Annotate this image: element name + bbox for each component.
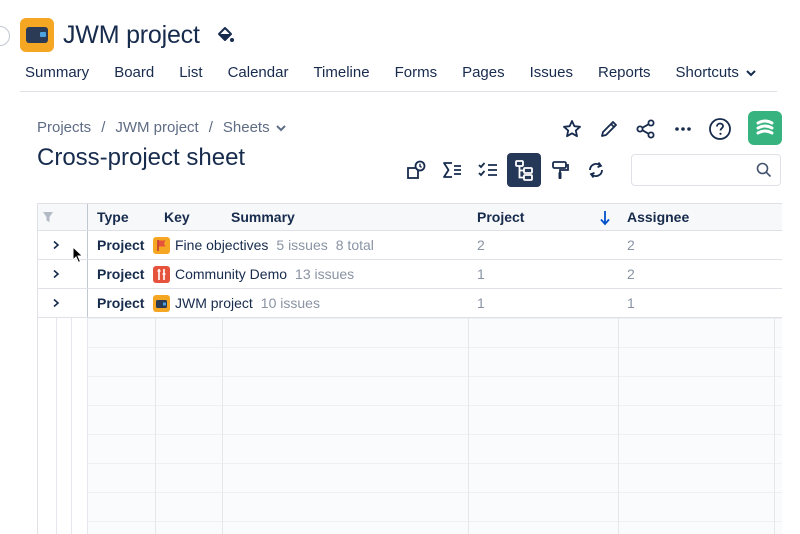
column-header-assignee[interactable]: Assignee — [618, 204, 774, 231]
checklist-icon[interactable] — [471, 153, 505, 187]
help-icon[interactable] — [707, 116, 733, 142]
nav-pages-label: Pages — [462, 64, 505, 81]
grid-empty-area — [88, 318, 782, 534]
project-header: JWM project — [20, 17, 236, 53]
row-name[interactable]: Fine objectives — [175, 237, 268, 253]
chevron-right-icon[interactable] — [46, 289, 66, 317]
column-header-project[interactable]: Project — [468, 204, 588, 231]
nav-shortcuts-label: Shortcuts — [675, 64, 739, 81]
row-assignee-count: 2 — [627, 237, 635, 253]
table-row[interactable]: Project JWM project 10 issues 1 1 — [38, 289, 782, 318]
pencil-icon[interactable] — [596, 116, 622, 142]
row-assignee-count: 2 — [627, 266, 635, 282]
table-row[interactable]: Project Community Demo 13 issues 1 2 — [38, 260, 782, 289]
row-total-count: 8 total — [335, 237, 374, 253]
chevron-right-icon[interactable] — [46, 260, 66, 288]
nav-reports-label: Reports — [597, 64, 651, 81]
sort-desc-icon[interactable] — [600, 210, 610, 231]
row-assignee-count: 1 — [627, 295, 635, 311]
chevron-down-icon[interactable] — [275, 122, 287, 134]
row-summary: Community Demo 13 issues — [166, 260, 354, 288]
row-type: Project — [97, 295, 145, 311]
nav-shortcuts[interactable]: Shortcuts — [676, 62, 757, 90]
page-title: Cross-project sheet — [37, 144, 246, 171]
page-actions — [559, 112, 744, 146]
breadcrumb-sheets[interactable]: Sheets — [223, 119, 270, 136]
sheet-grid: Type Key Summary Project Assignee Projec… — [37, 203, 782, 534]
search-icon[interactable] — [756, 162, 772, 183]
grid-header: Type Key Summary Project Assignee — [38, 203, 782, 231]
nav-timeline[interactable]: Timeline — [313, 62, 369, 90]
nav-timeline-label: Timeline — [313, 64, 370, 81]
more-icon[interactable] — [670, 116, 696, 142]
row-type: Project — [97, 266, 145, 282]
row-issue-count: 10 issues — [260, 295, 320, 311]
sum-icon[interactable] — [435, 153, 469, 187]
hierarchy-icon[interactable] — [507, 153, 541, 187]
row-gutter — [38, 318, 88, 534]
breadcrumb-separator: / — [101, 119, 106, 136]
nav-calendar-label: Calendar — [227, 64, 289, 81]
paint-roller-icon[interactable] — [543, 153, 577, 187]
column-header-summary[interactable]: Summary — [222, 204, 468, 231]
paint-bucket-icon[interactable] — [214, 24, 236, 46]
filter-icon[interactable] — [42, 210, 54, 229]
breadcrumb: Projects / JWM project / Sheets — [37, 119, 287, 136]
project-nav: Summary Board List Calendar Timeline For… — [20, 62, 777, 92]
mouse-cursor-icon — [72, 245, 84, 269]
refresh-icon[interactable] — [579, 153, 613, 187]
search-input[interactable] — [632, 155, 752, 185]
star-icon[interactable] — [559, 116, 585, 142]
row-name[interactable]: Community Demo — [175, 266, 287, 282]
nav-list[interactable]: List — [179, 62, 202, 90]
row-type: Project — [97, 237, 145, 253]
column-header-type[interactable]: Type — [88, 204, 155, 231]
nav-forms[interactable]: Forms — [395, 62, 438, 90]
row-summary: JWM project 10 issues — [166, 289, 320, 317]
share-icon[interactable] — [633, 116, 659, 142]
row-name[interactable]: JWM project — [175, 295, 253, 311]
chevron-down-icon — [745, 66, 757, 83]
nav-forms-label: Forms — [394, 64, 438, 81]
sheet-search — [631, 154, 781, 186]
nav-calendar[interactable]: Calendar — [228, 62, 289, 90]
chevron-right-icon[interactable] — [46, 231, 66, 259]
breadcrumb-projects[interactable]: Projects — [37, 119, 91, 136]
nav-issues-label: Issues — [529, 64, 573, 81]
breadcrumb-project[interactable]: JWM project — [115, 119, 198, 136]
row-issue-count: 5 issues — [276, 237, 328, 253]
nav-reports[interactable]: Reports — [598, 62, 651, 90]
project-title: JWM project — [63, 20, 200, 49]
nav-board-label: Board — [114, 64, 155, 81]
column-header-key[interactable]: Key — [155, 204, 222, 231]
nav-summary-label: Summary — [25, 64, 90, 81]
breadcrumb-separator: / — [208, 119, 213, 136]
row-project-count: 2 — [477, 237, 485, 253]
nav-board[interactable]: Board — [114, 62, 154, 90]
view-shapes-icon[interactable] — [399, 153, 433, 187]
nav-list-label: List — [179, 64, 203, 81]
app-logo-icon[interactable] — [748, 111, 782, 145]
row-project-count: 1 — [477, 295, 485, 311]
nav-pages[interactable]: Pages — [462, 62, 505, 90]
nav-issues[interactable]: Issues — [530, 62, 573, 90]
row-issue-count: 13 issues — [295, 266, 355, 282]
table-row[interactable]: Project Fine objectives 5 issues 8 total 2… — [38, 231, 782, 260]
sidebar-collapse-toggle[interactable] — [0, 26, 10, 46]
sheet-toolbar — [399, 153, 615, 187]
nav-summary[interactable]: Summary — [25, 62, 89, 90]
row-project-count: 1 — [477, 266, 485, 282]
row-summary: Fine objectives 5 issues 8 total — [166, 231, 374, 259]
project-logo-icon — [20, 18, 54, 52]
